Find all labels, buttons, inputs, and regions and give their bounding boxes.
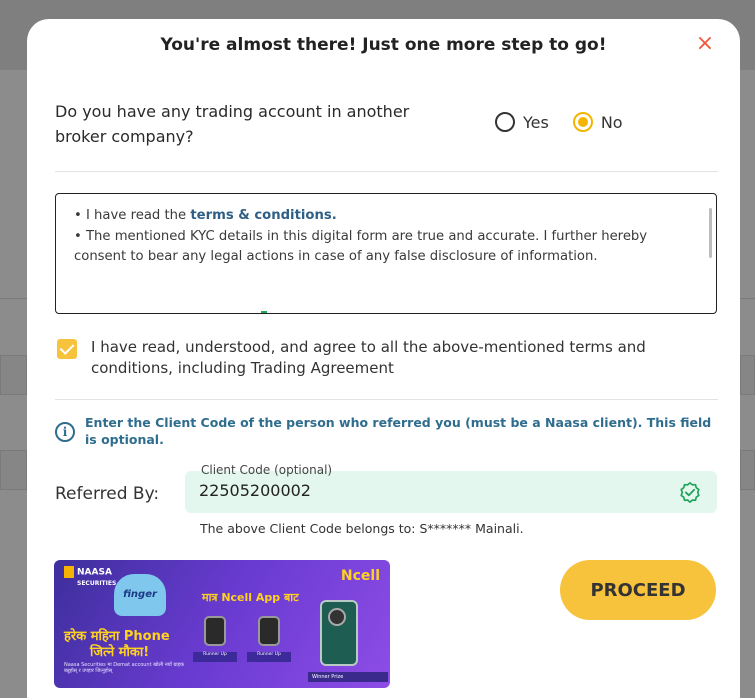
client-code-input[interactable] bbox=[199, 481, 659, 500]
terms-scrollbar[interactable] bbox=[709, 208, 712, 258]
section-divider bbox=[55, 399, 718, 400]
radio-no-label: No bbox=[600, 112, 623, 132]
watch-1-caption: Runner Up bbox=[193, 652, 237, 662]
terms-bullet-1: • I have read the terms & conditions. bbox=[74, 206, 694, 227]
radio-yes-label: Yes bbox=[523, 112, 549, 132]
referred-by-label: Referred By: bbox=[55, 484, 160, 504]
trading-account-radio-group: Yes No bbox=[495, 112, 647, 132]
smartwatch-1-image bbox=[204, 616, 226, 646]
modal-title: You're almost there! Just one more step … bbox=[160, 35, 607, 55]
smartwatch-2-image bbox=[258, 616, 280, 646]
client-code-field-label: Client Code (optional) bbox=[201, 463, 333, 477]
mascot-badge: finger bbox=[114, 574, 166, 616]
background-divider bbox=[740, 298, 755, 299]
info-icon: i bbox=[55, 422, 75, 442]
radio-no-circle[interactable] bbox=[572, 112, 593, 132]
section-divider bbox=[55, 171, 718, 172]
banner-small-text: Naasa Securities मा Demat account खोली न… bbox=[64, 662, 184, 674]
agreement-row[interactable]: I have read, understood, and agree to al… bbox=[57, 337, 697, 379]
radio-yes-circle[interactable] bbox=[495, 112, 515, 132]
close-icon[interactable]: × bbox=[694, 33, 716, 55]
terms-conditions-link[interactable]: terms & conditions. bbox=[190, 208, 336, 223]
naasa-logo-icon bbox=[64, 566, 74, 578]
proceed-button[interactable]: PROCEED bbox=[560, 560, 716, 620]
phone-camera bbox=[328, 608, 346, 626]
terms-bullet-1-text: • I have read the bbox=[74, 208, 191, 223]
agreement-checkbox[interactable] bbox=[57, 339, 77, 359]
watch-2-caption: Runner Up bbox=[247, 652, 291, 662]
trading-account-question: Do you have any trading account in anoth… bbox=[55, 102, 410, 146]
ncell-brand: Ncell bbox=[340, 568, 380, 584]
background-divider bbox=[0, 298, 27, 299]
banner-app-text: मात्र Ncell App बाट bbox=[202, 591, 299, 604]
background-field bbox=[740, 450, 755, 490]
terms-bullet-2: • The mentioned KYC details in this digi… bbox=[74, 228, 648, 265]
agreement-text: I have read, understood, and agree to al… bbox=[91, 338, 646, 377]
referral-info-text: Enter the Client Code of the person who … bbox=[85, 415, 712, 447]
phone-image bbox=[320, 600, 358, 666]
naasa-logo-text: NAASA bbox=[77, 567, 112, 578]
verified-check-icon bbox=[680, 482, 700, 503]
client-owner-text: The above Client Code belongs to: S*****… bbox=[200, 521, 524, 536]
referral-modal: You're almost there! Just one more step … bbox=[27, 19, 740, 698]
terms-scroll-box[interactable]: • I have read the terms & conditions. • … bbox=[55, 193, 717, 314]
radio-no[interactable]: No bbox=[572, 112, 623, 132]
background-field bbox=[0, 450, 27, 490]
winner-caption: Winner Prize bbox=[308, 672, 388, 682]
naasa-logo: NAASA SECURITIES bbox=[64, 566, 116, 589]
background-field bbox=[740, 355, 755, 395]
background-field bbox=[0, 355, 27, 395]
client-code-field[interactable]: Client Code (optional) bbox=[185, 463, 717, 513]
terms-overflow-mark bbox=[261, 311, 267, 313]
naasa-logo-sub: SECURITIES bbox=[77, 580, 117, 587]
referral-info: i Enter the Client Code of the person wh… bbox=[55, 414, 715, 448]
radio-yes[interactable]: Yes bbox=[495, 112, 549, 132]
promo-banner[interactable]: NAASA SECURITIES finger Ncell मात्र Ncel… bbox=[54, 560, 390, 688]
banner-headline-2: जित्ने मौका! bbox=[90, 645, 150, 660]
